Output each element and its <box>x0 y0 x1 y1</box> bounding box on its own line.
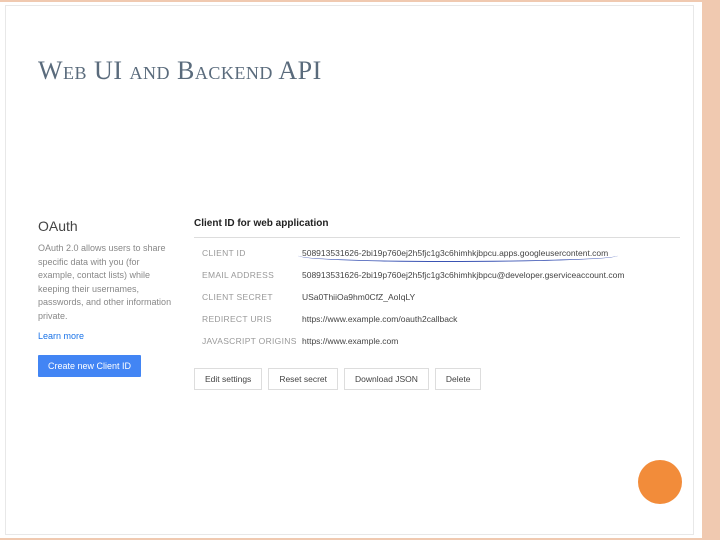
label-js-origins: JAVASCRIPT ORIGINS <box>194 336 302 346</box>
decorative-circle <box>638 460 682 504</box>
row-js-origins: JAVASCRIPT ORIGINS https://www.example.c… <box>194 330 680 352</box>
value-email: 508913531626-2bi19p760ej2h5fjc1g3c6himhk… <box>302 270 624 280</box>
value-client-id: 508913531626-2bi19p760ej2h5fjc1g3c6himhk… <box>302 248 608 258</box>
row-email: EMAIL ADDRESS 508913531626-2bi19p760ej2h… <box>194 264 680 286</box>
value-redirect-uris: https://www.example.com/oauth2callback <box>302 314 457 324</box>
sidebar-description: OAuth 2.0 allows users to share specific… <box>38 242 178 323</box>
create-client-id-button[interactable]: Create new Client ID <box>38 355 141 377</box>
edit-settings-button[interactable]: Edit settings <box>194 368 262 390</box>
value-js-origins: https://www.example.com <box>302 336 398 346</box>
learn-more-link[interactable]: Learn more <box>38 331 178 341</box>
divider <box>194 237 680 238</box>
download-json-button[interactable]: Download JSON <box>344 368 429 390</box>
row-client-secret: CLIENT SECRET USa0ThiiOa9hm0CfZ_AoIqLY <box>194 286 680 308</box>
label-email: EMAIL ADDRESS <box>194 270 302 280</box>
oauth-sidebar: OAuth OAuth 2.0 allows users to share sp… <box>38 218 178 390</box>
client-id-details: Client ID for web application CLIENT ID … <box>194 218 680 390</box>
reset-secret-button[interactable]: Reset secret <box>268 368 338 390</box>
label-client-secret: CLIENT SECRET <box>194 292 302 302</box>
value-client-secret: USa0ThiiOa9hm0CfZ_AoIqLY <box>302 292 415 302</box>
delete-button[interactable]: Delete <box>435 368 482 390</box>
label-redirect-uris: REDIRECT URIS <box>194 314 302 324</box>
sidebar-heading: OAuth <box>38 218 178 234</box>
details-heading: Client ID for web application <box>194 218 680 229</box>
row-redirect-uris: REDIRECT URIS https://www.example.com/oa… <box>194 308 680 330</box>
label-client-id: CLIENT ID <box>194 248 302 258</box>
content-area: OAuth OAuth 2.0 allows users to share sp… <box>38 218 680 390</box>
action-buttons: Edit settings Reset secret Download JSON… <box>194 368 680 390</box>
slide-title: Web UI and Backend API <box>38 56 322 86</box>
row-client-id: CLIENT ID 508913531626-2bi19p760ej2h5fjc… <box>194 242 680 264</box>
